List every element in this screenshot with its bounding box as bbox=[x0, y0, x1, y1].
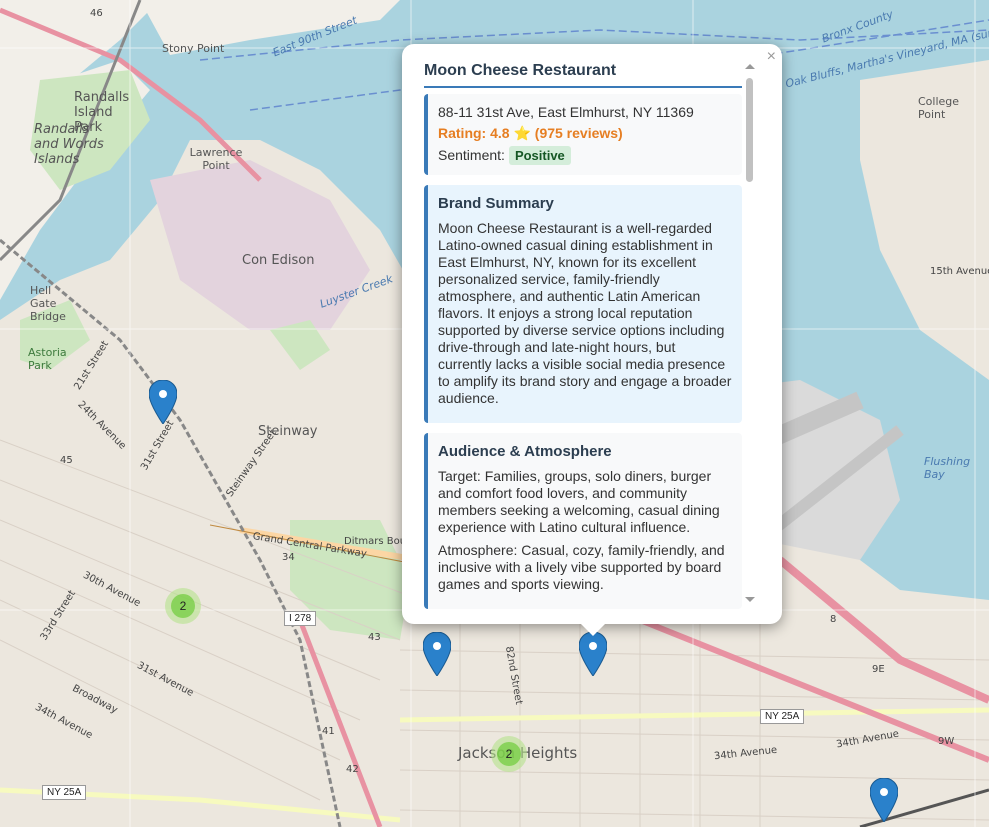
route-shield: NY 25A bbox=[760, 709, 805, 724]
audience-atmosphere-text: Atmosphere: Casual, cozy, family-friendl… bbox=[438, 542, 725, 592]
marker-cluster[interactable]: 2 bbox=[491, 736, 527, 772]
brand-summary-text: Moon Cheese Restaurant is a well-regarde… bbox=[438, 220, 732, 406]
popup-tip bbox=[579, 622, 607, 636]
section-heading: Brand Summary bbox=[438, 195, 554, 212]
scroll-up-icon[interactable] bbox=[745, 64, 755, 69]
cluster-count: 2 bbox=[497, 742, 521, 766]
map[interactable]: Stony Point Randalls Island Park Randall… bbox=[0, 0, 989, 827]
location-marker-icon[interactable] bbox=[579, 632, 607, 676]
popup-scrollbar[interactable] bbox=[745, 64, 755, 602]
sentiment-row: Sentiment: Positive bbox=[438, 146, 732, 165]
popup-title: Moon Cheese Restaurant bbox=[424, 62, 742, 88]
route-shield: NY 25A bbox=[42, 785, 87, 800]
section-heading: Audience & Atmosphere bbox=[438, 443, 612, 460]
scrollbar-thumb[interactable] bbox=[746, 78, 753, 182]
audience-card: Audience & Atmosphere Target: Families, … bbox=[424, 433, 742, 609]
address: 88-11 31st Ave, East Elmhurst, NY 11369 bbox=[438, 104, 694, 120]
location-marker-icon[interactable] bbox=[423, 632, 451, 676]
info-card: 88-11 31st Ave, East Elmhurst, NY 11369 … bbox=[424, 94, 742, 175]
location-marker-icon[interactable] bbox=[149, 380, 177, 424]
audience-target-text: Target: Families, groups, solo diners, b… bbox=[438, 468, 720, 535]
close-icon[interactable]: × bbox=[767, 48, 776, 66]
route-shield: I 278 bbox=[284, 611, 317, 626]
sentiment-badge: Positive bbox=[508, 146, 571, 165]
brand-summary-card: Brand Summary Moon Cheese Restaurant is … bbox=[424, 185, 742, 423]
info-popup: × Moon Cheese Restaurant 88-11 31st Ave,… bbox=[402, 44, 782, 624]
popup-content[interactable]: Moon Cheese Restaurant 88-11 31st Ave, E… bbox=[424, 62, 742, 610]
marker-cluster[interactable]: 2 bbox=[165, 588, 201, 624]
rating: Rating: 4.8 ⭐ (975 reviews) bbox=[438, 125, 623, 141]
cluster-count: 2 bbox=[171, 594, 195, 618]
location-marker-icon[interactable] bbox=[870, 778, 898, 822]
sentiment-label: Sentiment: bbox=[438, 147, 505, 163]
scroll-down-icon[interactable] bbox=[745, 597, 755, 602]
